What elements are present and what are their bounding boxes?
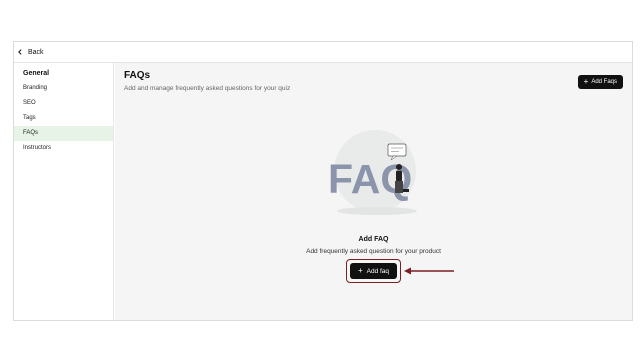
add-faq-button[interactable]: + Add faq [350,263,397,279]
faqs-panel: FAQs Add and manage frequently asked que… [115,63,632,320]
sidebar-heading: General [23,70,50,77]
app-frame: Back General Branding SEO Tags FAQs Inst… [13,41,633,321]
empty-state-description: Add frequently asked question for your p… [306,248,441,255]
sidebar-item-faqs[interactable]: FAQs [14,126,113,141]
sidebar-item-seo[interactable]: SEO [14,96,113,111]
faq-illustration: FAQ [328,130,417,215]
add-faqs-label: Add Faqs [591,79,617,85]
sidebar-item-branding[interactable]: Branding [14,81,113,96]
add-faqs-button[interactable]: + Add Faqs [577,75,623,89]
empty-state-title: Add FAQ [358,236,389,243]
plus-icon: + [583,77,589,86]
page-title: FAQs [124,70,151,81]
sidebar-item-tags[interactable]: Tags [14,111,113,126]
chevron-left-icon [18,49,22,55]
settings-sidebar: General Branding SEO Tags FAQs Instructo… [14,63,114,320]
back-button[interactable]: Back [17,49,44,56]
add-faq-label: Add faq [366,267,390,275]
plus-icon: + [357,266,363,275]
top-bar: Back [14,42,632,63]
back-label: Back [28,48,44,56]
annotation-arrow [404,267,454,275]
page-subtitle: Add and manage frequently asked question… [124,85,291,92]
sidebar-item-instructors[interactable]: Instructors [14,141,113,156]
